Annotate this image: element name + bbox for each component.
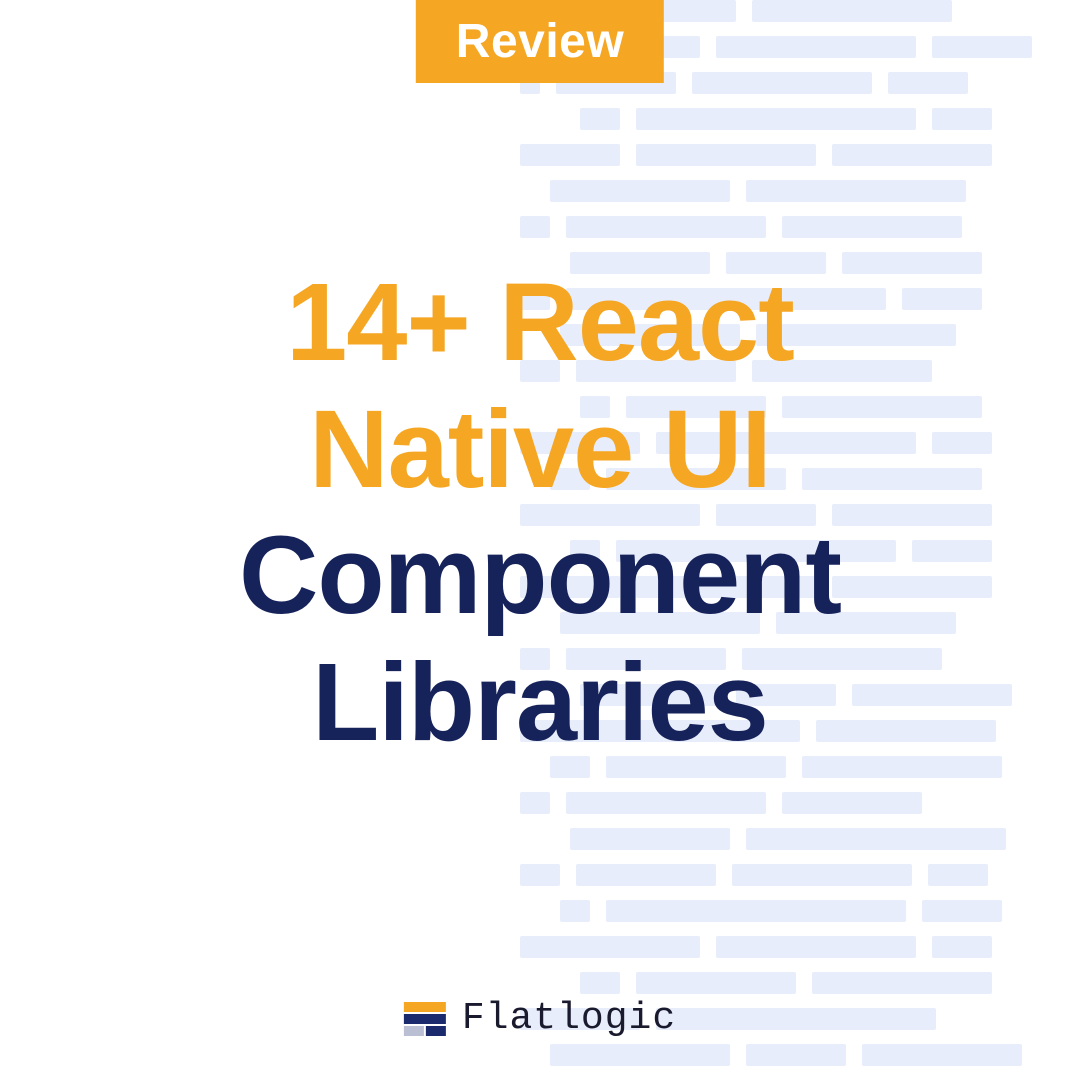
badge-label: Review [456,15,624,68]
title-line-4: Libraries [100,640,980,767]
title-line-2: Native UI [100,387,980,514]
article-title: 14+ React Native UI Component Libraries [100,260,980,766]
brand-logo: Flatlogic [404,997,676,1040]
title-line-3: Component [100,513,980,640]
title-line-1: 14+ React [100,260,980,387]
flatlogic-icon [404,1002,446,1036]
brand-name: Flatlogic [462,997,676,1040]
category-badge: Review [416,0,664,83]
